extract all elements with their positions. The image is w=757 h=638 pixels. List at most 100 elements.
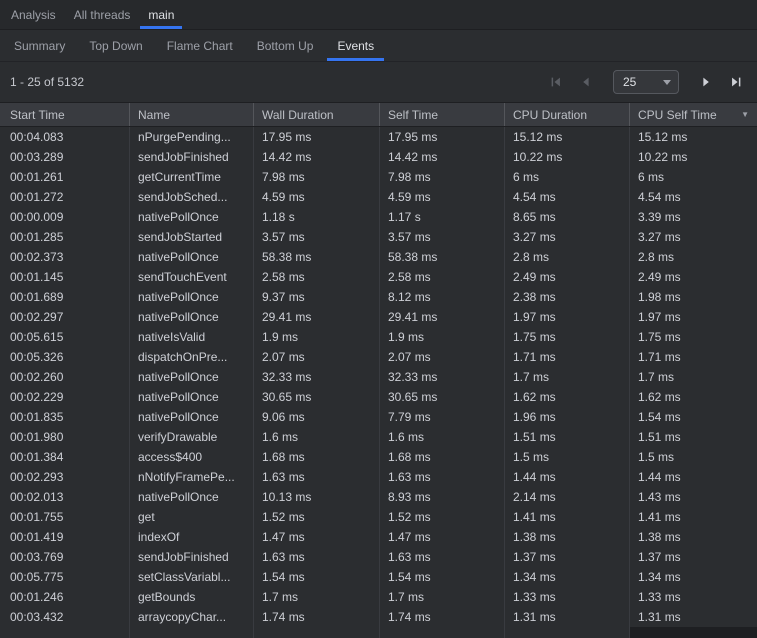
column-header-self-time[interactable]: Self Time xyxy=(380,103,505,126)
column-header-wall-duration[interactable]: Wall Duration xyxy=(254,103,380,126)
tab-analysis[interactable]: Analysis xyxy=(2,0,65,29)
table-cell: 00:01.145 xyxy=(0,267,130,287)
table-cell: 1.7 ms xyxy=(254,587,380,607)
table-row[interactable]: 00:04.083nPurgePending...17.95 ms17.95 m… xyxy=(0,127,757,147)
table-cell: 1.34 ms xyxy=(505,567,630,587)
last-page-button[interactable] xyxy=(725,71,747,93)
next-page-button[interactable] xyxy=(695,71,717,93)
table-cell: 29.41 ms xyxy=(254,307,380,327)
table-cell: 2.07 ms xyxy=(380,347,505,367)
tab-events[interactable]: Events xyxy=(325,30,386,61)
table-cell: 1.41 ms xyxy=(630,507,757,527)
table-cell: nativePollOnce xyxy=(130,247,254,267)
table-row[interactable]: 00:01.419indexOf1.47 ms1.47 ms1.38 ms1.3… xyxy=(0,527,757,547)
table-cell: 2.38 ms xyxy=(505,287,630,307)
view-tab-bar: Summary Top Down Flame Chart Bottom Up E… xyxy=(0,30,757,62)
events-table: 00:04.083nPurgePending...17.95 ms17.95 m… xyxy=(0,127,757,638)
table-cell: 1.71 ms xyxy=(505,347,630,367)
table-cell: sendJobStarted xyxy=(130,227,254,247)
prev-page-button[interactable] xyxy=(575,71,597,93)
page-size-select[interactable]: 25 xyxy=(613,70,679,94)
table-row[interactable]: 00:02.373nativePollOnce58.38 ms58.38 ms2… xyxy=(0,247,757,267)
table-cell: 1.5 ms xyxy=(630,447,757,467)
table-cell: verifyDrawable xyxy=(130,427,254,447)
table-cell: get xyxy=(130,507,254,527)
table-row[interactable]: 00:01.384access$4001.68 ms1.68 ms1.5 ms1… xyxy=(0,447,757,467)
table-cell: 14.42 ms xyxy=(254,147,380,167)
table-cell: 2.58 ms xyxy=(254,267,380,287)
table-row[interactable]: 00:01.755get1.52 ms1.52 ms1.41 ms1.41 ms xyxy=(0,507,757,527)
sort-descending-icon: ▼ xyxy=(735,110,749,119)
table-row[interactable]: 00:01.261getCurrentTime7.98 ms7.98 ms6 m… xyxy=(0,167,757,187)
page-size-value: 25 xyxy=(623,75,651,89)
table-cell: 1.6 ms xyxy=(254,427,380,447)
tab-all-threads[interactable]: All threads xyxy=(65,0,140,29)
column-header-name[interactable]: Name xyxy=(130,103,254,126)
table-cell: 1.41 ms xyxy=(505,507,630,527)
table-cell: 1.54 ms xyxy=(380,567,505,587)
first-page-icon xyxy=(549,75,563,89)
table-row[interactable]: 00:02.293nNotifyFramePe...1.63 ms1.63 ms… xyxy=(0,467,757,487)
column-header-label: Name xyxy=(138,108,170,122)
table-row[interactable]: 00:03.432arraycopyChar...1.74 ms1.74 ms1… xyxy=(0,607,757,627)
table-cell: nativePollOnce xyxy=(130,287,254,307)
table-row[interactable]: 00:03.289sendJobFinished14.42 ms14.42 ms… xyxy=(0,147,757,167)
table-cell: 00:02.373 xyxy=(0,247,130,267)
column-header-cpu-self-time[interactable]: CPU Self Time▼ xyxy=(630,103,757,126)
table-cell: nPurgePending... xyxy=(130,127,254,147)
table-cell: 3.57 ms xyxy=(254,227,380,247)
column-header-label: CPU Duration xyxy=(513,108,587,122)
table-row[interactable]: 00:02.260nativePollOnce32.33 ms32.33 ms1… xyxy=(0,367,757,387)
table-row[interactable]: 00:01.835nativePollOnce9.06 ms7.79 ms1.9… xyxy=(0,407,757,427)
table-cell: 00:05.615 xyxy=(0,327,130,347)
table-row[interactable]: 00:01.246getBounds1.7 ms1.7 ms1.33 ms1.3… xyxy=(0,587,757,607)
column-header-start-time[interactable]: Start Time xyxy=(0,103,130,126)
table-cell: 00:02.260 xyxy=(0,367,130,387)
table-cell: 7.98 ms xyxy=(254,167,380,187)
table-cell: 1.97 ms xyxy=(505,307,630,327)
table-row[interactable]: 00:01.689nativePollOnce9.37 ms8.12 ms2.3… xyxy=(0,287,757,307)
table-cell: 4.59 ms xyxy=(380,187,505,207)
table-cell: 1.52 ms xyxy=(254,507,380,527)
table-cell: 1.54 ms xyxy=(254,567,380,587)
tab-top-down[interactable]: Top Down xyxy=(77,30,154,61)
table-cell: 1.47 ms xyxy=(380,527,505,547)
table-cell: nativeIsValid xyxy=(130,327,254,347)
table-cell: 00:01.755 xyxy=(0,507,130,527)
table-row[interactable]: 00:05.775setClassVariabl...1.54 ms1.54 m… xyxy=(0,567,757,587)
chevron-down-icon xyxy=(663,80,671,85)
thread-tab-bar: Analysis All threads main xyxy=(0,0,757,30)
table-cell: 2.58 ms xyxy=(380,267,505,287)
table-row[interactable]: 00:01.980verifyDrawable1.6 ms1.6 ms1.51 … xyxy=(0,427,757,447)
table-cell: 1.52 ms xyxy=(380,507,505,527)
table-row[interactable]: 00:02.229nativePollOnce30.65 ms30.65 ms1… xyxy=(0,387,757,407)
pagination-range-label: 1 - 25 of 5132 xyxy=(10,75,84,89)
table-cell: getBounds xyxy=(130,587,254,607)
pagination-controls: 25 xyxy=(545,70,747,94)
scrollbar-corner xyxy=(630,627,757,638)
table-cell: sendTouchEvent xyxy=(130,267,254,287)
tab-flame-chart[interactable]: Flame Chart xyxy=(155,30,245,61)
table-row[interactable]: 00:05.326dispatchOnPre...2.07 ms2.07 ms1… xyxy=(0,347,757,367)
table-cell: 00:05.775 xyxy=(0,567,130,587)
table-cell: nativePollOnce xyxy=(130,367,254,387)
table-cell: 1.9 ms xyxy=(380,327,505,347)
tab-summary[interactable]: Summary xyxy=(2,30,77,61)
table-row[interactable]: 00:05.615nativeIsValid1.9 ms1.9 ms1.75 m… xyxy=(0,327,757,347)
table-row[interactable]: 00:02.013nativePollOnce10.13 ms8.93 ms2.… xyxy=(0,487,757,507)
last-page-icon xyxy=(729,75,743,89)
table-row[interactable]: 00:01.272sendJobSched...4.59 ms4.59 ms4.… xyxy=(0,187,757,207)
first-page-button[interactable] xyxy=(545,71,567,93)
tab-label: Bottom Up xyxy=(257,39,314,53)
table-cell: 14.42 ms xyxy=(380,147,505,167)
tab-main[interactable]: main xyxy=(139,0,183,29)
table-row[interactable]: 00:03.769sendJobFinished1.63 ms1.63 ms1.… xyxy=(0,547,757,567)
table-cell: 00:02.229 xyxy=(0,387,130,407)
table-row[interactable]: 00:02.297nativePollOnce29.41 ms29.41 ms1… xyxy=(0,307,757,327)
tab-bottom-up[interactable]: Bottom Up xyxy=(245,30,326,61)
table-row[interactable]: 00:01.285sendJobStarted3.57 ms3.57 ms3.2… xyxy=(0,227,757,247)
column-header-cpu-duration[interactable]: CPU Duration xyxy=(505,103,630,126)
table-row[interactable]: 00:00.009nativePollOnce1.18 s1.17 s8.65 … xyxy=(0,207,757,227)
table-cell: 4.54 ms xyxy=(630,187,757,207)
table-row[interactable]: 00:01.145sendTouchEvent2.58 ms2.58 ms2.4… xyxy=(0,267,757,287)
